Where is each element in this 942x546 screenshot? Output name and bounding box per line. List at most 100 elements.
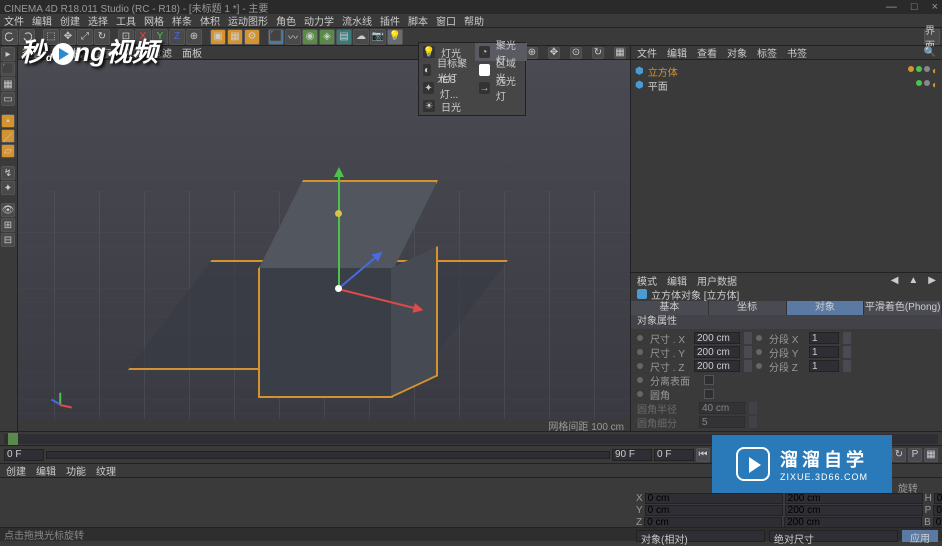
- scale-tool[interactable]: ⤢: [77, 29, 93, 45]
- coord-mode1[interactable]: 对象(相对): [636, 530, 765, 542]
- rot-h[interactable]: [934, 493, 942, 504]
- point-mode[interactable]: •: [1, 114, 15, 128]
- vp-menu-display[interactable]: 显示: [92, 45, 112, 60]
- goto-start[interactable]: ⏮: [696, 448, 710, 462]
- input-size-z[interactable]: [694, 360, 740, 372]
- anim-dot[interactable]: [637, 363, 643, 369]
- lock-z[interactable]: Z: [169, 29, 185, 45]
- anim-dot[interactable]: [637, 335, 643, 341]
- vp-nav2[interactable]: ✥: [548, 47, 560, 59]
- spinner[interactable]: [744, 332, 752, 344]
- size-x[interactable]: [785, 493, 923, 504]
- coord-system[interactable]: ⊕: [186, 29, 202, 45]
- om-tab-tags[interactable]: 标签: [757, 45, 777, 60]
- viewport-solo[interactable]: 👁: [1, 203, 15, 217]
- render-settings[interactable]: ⚙: [244, 29, 260, 45]
- pos-x[interactable]: [645, 493, 783, 504]
- frame-end[interactable]: [612, 449, 652, 461]
- rotate-tool[interactable]: ↻: [94, 29, 110, 45]
- om-tab-edit[interactable]: 编辑: [667, 45, 687, 60]
- anim-dot[interactable]: [637, 377, 643, 383]
- vp-nav1[interactable]: ⊕: [526, 47, 538, 59]
- vp-menu-view[interactable]: 查看: [22, 45, 42, 60]
- deformer[interactable]: ▤: [336, 29, 352, 45]
- menu-window[interactable]: 窗口: [436, 13, 456, 28]
- vp-menu-filter[interactable]: 过滤: [152, 45, 172, 60]
- mat-tab-create[interactable]: 创建: [6, 463, 26, 478]
- pos-y[interactable]: [645, 505, 783, 516]
- menu-dynamics[interactable]: 动力学: [304, 13, 334, 28]
- menu-script[interactable]: 脚本: [408, 13, 428, 28]
- attr-nav-back[interactable]: ◀: [891, 275, 899, 286]
- menu-plugins[interactable]: 插件: [380, 13, 400, 28]
- menu-help[interactable]: 帮助: [464, 13, 484, 28]
- render-pv[interactable]: ▦: [227, 29, 243, 45]
- vis-dot2[interactable]: [924, 66, 930, 72]
- size-z[interactable]: [784, 517, 922, 528]
- material-manager[interactable]: [0, 478, 632, 527]
- tweak-mode[interactable]: ✦: [1, 181, 15, 195]
- generator2[interactable]: ◈: [319, 29, 335, 45]
- attr-tab-edit[interactable]: 编辑: [667, 273, 687, 288]
- snap[interactable]: ⊞: [1, 218, 15, 232]
- environment[interactable]: ☁: [353, 29, 369, 45]
- light-tool[interactable]: 💡: [387, 29, 403, 45]
- tree-node-cube[interactable]: ⬢ 立方体 ◐: [635, 64, 938, 78]
- key-rot[interactable]: ↻: [892, 448, 906, 462]
- menu-file[interactable]: 文件: [4, 13, 24, 28]
- vp-menu-panel[interactable]: 面板: [182, 45, 202, 60]
- key-pla[interactable]: ▦: [924, 448, 938, 462]
- vp-menu-options[interactable]: 选项: [122, 45, 142, 60]
- input-size-y[interactable]: [694, 346, 740, 358]
- minimize-button[interactable]: —: [886, 1, 897, 13]
- spinner[interactable]: [843, 346, 851, 358]
- vp-menu-camera[interactable]: 摄像机: [52, 45, 82, 60]
- input-size-x[interactable]: [694, 332, 740, 344]
- vis-dot[interactable]: [916, 66, 922, 72]
- key-param[interactable]: P: [908, 448, 922, 462]
- anim-dot[interactable]: [756, 349, 762, 355]
- om-tab-view[interactable]: 查看: [697, 45, 717, 60]
- menu-edit[interactable]: 编辑: [32, 13, 52, 28]
- spinner[interactable]: [843, 360, 851, 372]
- spinner[interactable]: [744, 360, 752, 372]
- rot-b[interactable]: [933, 517, 942, 528]
- lock-y[interactable]: Y: [152, 29, 168, 45]
- move-tool[interactable]: ✥: [60, 29, 76, 45]
- gizmo-y-axis[interactable]: [338, 170, 340, 290]
- subtab-phong[interactable]: 平滑着色(Phong): [864, 301, 942, 315]
- texture-mode[interactable]: ▦: [1, 77, 15, 91]
- poly-mode[interactable]: ▱: [1, 144, 15, 158]
- menu-volume[interactable]: 体积: [200, 13, 220, 28]
- spline-primitive[interactable]: 〰: [285, 29, 301, 45]
- frame-start[interactable]: [4, 449, 44, 461]
- workplane[interactable]: ▭: [1, 92, 15, 106]
- light-option-ies[interactable]: ✦ IES灯...: [419, 79, 475, 97]
- mat-tab-func[interactable]: 功能: [66, 463, 86, 478]
- redo-button[interactable]: [19, 29, 35, 45]
- model-mode[interactable]: ⬛: [1, 62, 15, 76]
- rot-p[interactable]: [933, 505, 942, 516]
- checkbox-separate[interactable]: [704, 375, 714, 385]
- phong-tag-icon[interactable]: ◐: [932, 66, 938, 77]
- coord-mode2[interactable]: 绝对尺寸: [769, 530, 898, 542]
- menu-pipeline[interactable]: 流水线: [342, 13, 372, 28]
- size-y[interactable]: [785, 505, 923, 516]
- vp-nav4[interactable]: ↻: [592, 47, 604, 59]
- layer-dot[interactable]: [908, 66, 914, 72]
- anim-dot[interactable]: [637, 349, 643, 355]
- last-tool[interactable]: ⊡: [118, 29, 134, 45]
- coord-apply-button[interactable]: 应用: [902, 530, 938, 542]
- menu-character[interactable]: 角色: [276, 13, 296, 28]
- vis-dot[interactable]: [916, 80, 922, 86]
- om-search-icon[interactable]: 🔍: [924, 47, 936, 58]
- attr-tab-userdata[interactable]: 用户数据: [697, 273, 737, 288]
- om-tab-bookmarks[interactable]: 书签: [787, 45, 807, 60]
- input-seg-x[interactable]: [809, 332, 839, 344]
- gizmo-center[interactable]: [335, 285, 342, 292]
- render-view[interactable]: ▣: [210, 29, 226, 45]
- viewport-3d[interactable]: [18, 60, 630, 419]
- frame-current[interactable]: [654, 449, 694, 461]
- spinner[interactable]: [744, 346, 752, 358]
- input-seg-z[interactable]: [809, 360, 839, 372]
